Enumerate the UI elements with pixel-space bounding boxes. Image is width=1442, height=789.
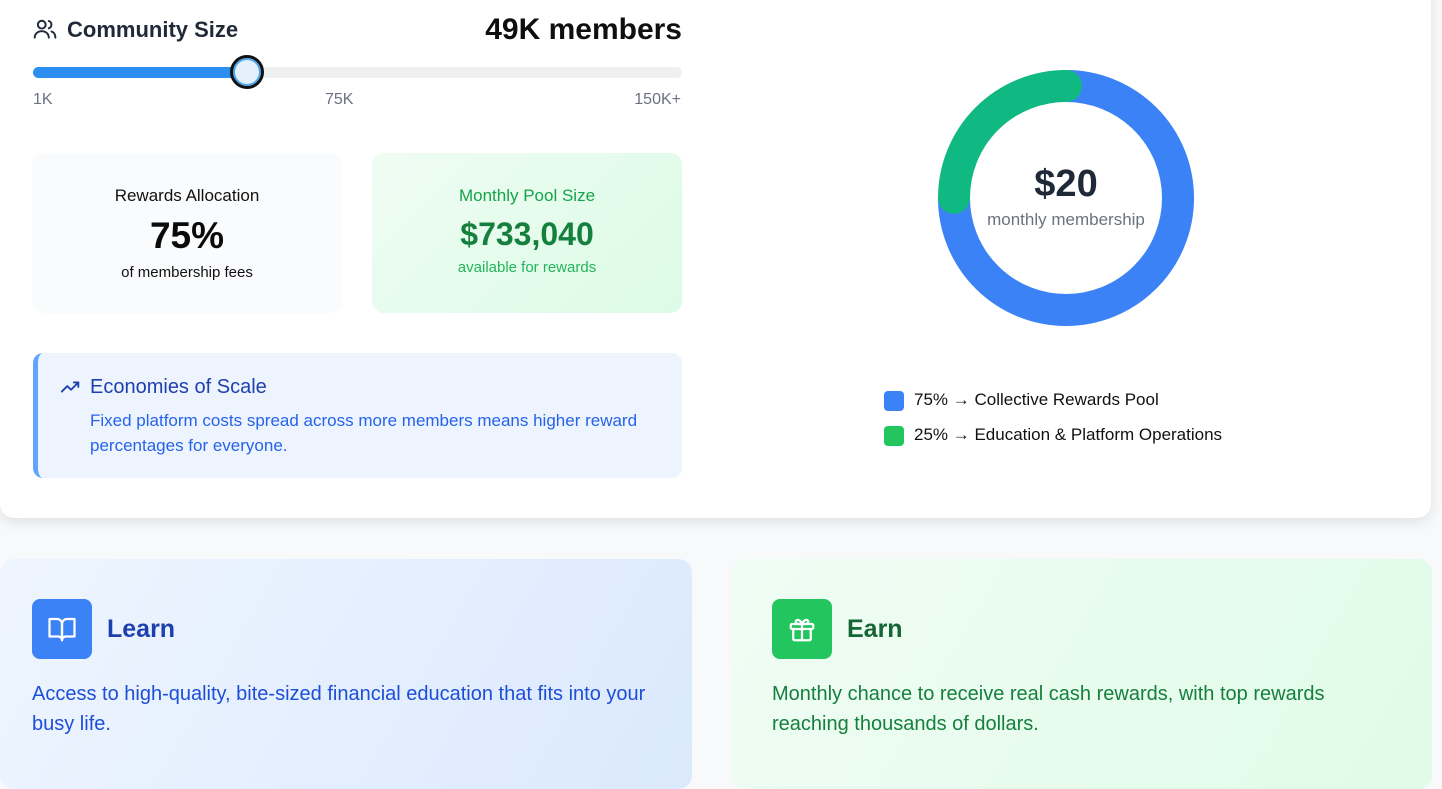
rewards-allocation-card: Rewards Allocation 75% of membership fee… bbox=[32, 153, 342, 313]
legend-item-education-ops: 25% → Education & Platform Operations bbox=[884, 425, 1264, 447]
economies-text: Fixed platform costs spread across more … bbox=[90, 411, 638, 455]
donut-amount: $20 bbox=[1034, 163, 1098, 205]
community-size-header: Community Size 49K members bbox=[32, 13, 682, 46]
earn-feature-card: Earn Monthly chance to receive real cash… bbox=[732, 559, 1432, 789]
monthly-pool-label: Monthly Pool Size bbox=[458, 186, 596, 205]
legend-swatch bbox=[884, 391, 904, 411]
slider-thumb[interactable] bbox=[230, 55, 265, 89]
legend-item-rewards-pool: 75% → Collective Rewards Pool bbox=[884, 390, 1204, 412]
legend-text: 75% → Collective Rewards Pool bbox=[914, 390, 1159, 409]
legend-text: 25% → Education & Platform Operations bbox=[914, 425, 1223, 444]
monthly-pool-card: Monthly Pool Size $733,040 available for… bbox=[372, 153, 682, 313]
community-size-value: 49K members bbox=[485, 13, 682, 46]
users-icon bbox=[33, 19, 57, 39]
slider-min-label: 1K bbox=[33, 91, 53, 108]
book-open-icon bbox=[48, 617, 76, 642]
learn-icon-box bbox=[32, 599, 92, 659]
trending-up-icon bbox=[60, 381, 80, 393]
earn-text: Monthly chance to receive real cash rewa… bbox=[772, 683, 1325, 735]
gift-icon bbox=[789, 618, 815, 642]
rewards-allocation-label: Rewards Allocation bbox=[114, 186, 260, 205]
learn-title: Learn bbox=[107, 615, 176, 643]
earn-title: Earn bbox=[847, 615, 903, 643]
slider-max-label: 150K+ bbox=[634, 91, 681, 108]
donut-caption: monthly membership bbox=[987, 210, 1145, 229]
learn-feature-card: Learn Access to high-quality, bite-sized… bbox=[0, 559, 692, 789]
learn-text: Access to high-quality, bite-sized finan… bbox=[32, 683, 646, 735]
monthly-pool-value: $733,040 bbox=[460, 216, 594, 252]
slider-fill bbox=[33, 67, 248, 78]
earn-icon-box bbox=[772, 599, 832, 659]
economies-of-scale-callout: Economies of Scale Fixed platform costs … bbox=[33, 353, 682, 478]
legend-swatch bbox=[884, 426, 904, 446]
community-size-title: Community Size bbox=[67, 17, 239, 42]
community-size-slider[interactable] bbox=[33, 55, 682, 89]
slider-mid-label: 75K bbox=[325, 91, 354, 108]
economies-title: Economies of Scale bbox=[90, 376, 267, 398]
rewards-allocation-sub: of membership fees bbox=[121, 264, 253, 281]
rewards-allocation-value: 75% bbox=[149, 215, 225, 256]
monthly-pool-sub: available for rewards bbox=[457, 259, 597, 276]
